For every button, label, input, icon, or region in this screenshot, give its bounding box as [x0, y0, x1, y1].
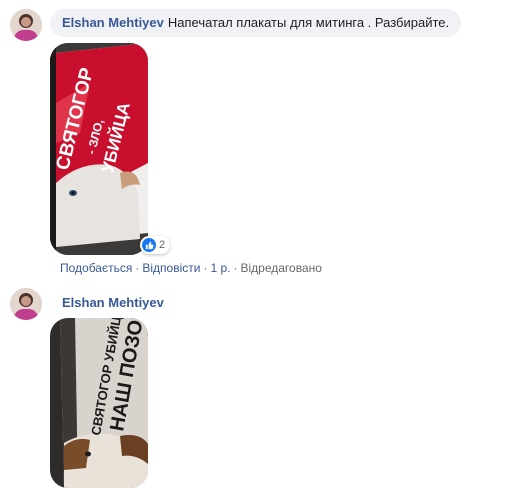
comment-text: Напечатал плакаты для митинга . Разбирай…: [167, 15, 450, 30]
reply-button[interactable]: Відповісти: [142, 261, 200, 275]
reactions-badge[interactable]: 2: [140, 236, 171, 254]
separator-dot: ·: [135, 261, 140, 275]
separator-dot: ·: [203, 261, 208, 275]
timestamp-link[interactable]: 1 р.: [210, 261, 230, 275]
separator-dot: ·: [233, 261, 238, 275]
comment-photo[interactable]: СВЯТОГОР УБИЙЦА НАШ ПОЗОР!: [50, 318, 148, 488]
comment-actions: Подобається · Відповісти · 1 р. · Відредагован…: [60, 261, 322, 275]
like-button[interactable]: Подобається: [60, 261, 132, 275]
like-icon: [142, 238, 156, 252]
comment-author-link[interactable]: Elshan Mehtiyev: [62, 15, 164, 30]
edited-label[interactable]: Відредаговано: [240, 261, 321, 275]
avatar[interactable]: [10, 9, 42, 41]
comment-photo[interactable]: СВЯТОГОР - ЗЛО, УБИЙЦА: [50, 43, 148, 255]
reaction-count: 2: [159, 239, 166, 251]
comment-author-link[interactable]: Elshan Mehtiyev: [62, 295, 164, 310]
comment-bubble: Elshan Mehtiyev Напечатал плакаты для мит…: [50, 9, 462, 37]
avatar[interactable]: [10, 288, 42, 320]
